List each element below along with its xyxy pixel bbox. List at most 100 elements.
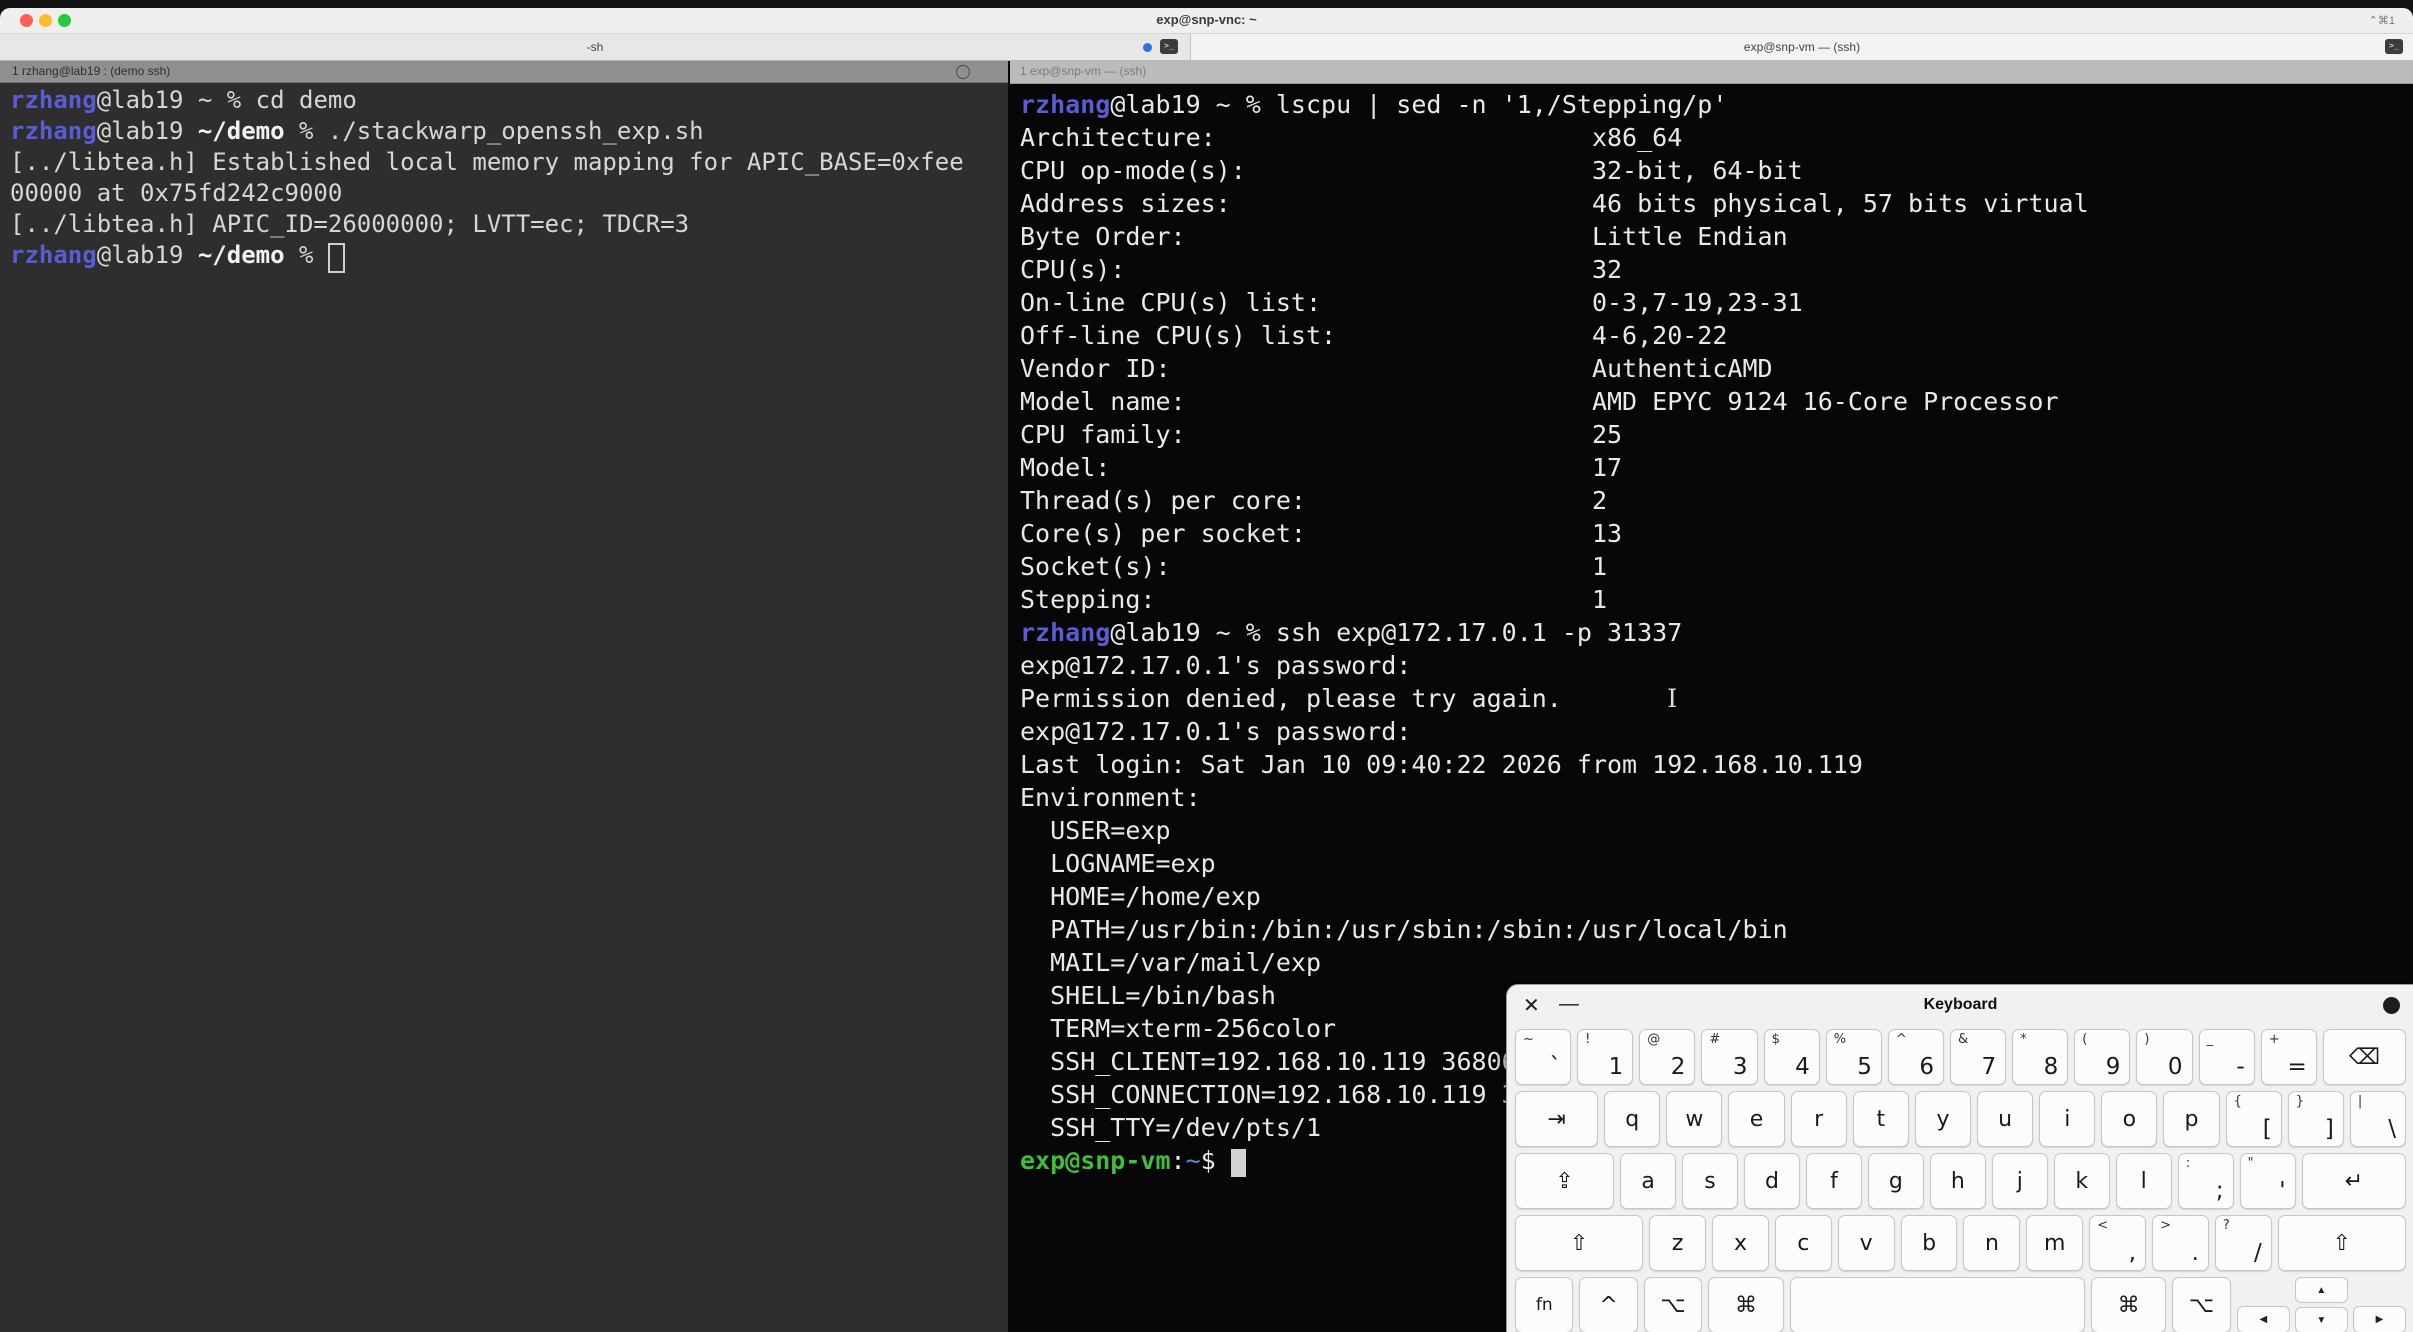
terminal-line: Vendor ID: AuthenticAMD (1020, 352, 2413, 385)
key-v[interactable]: v (1838, 1215, 1895, 1271)
key-main-char: \ (2388, 1116, 2396, 1142)
key-,[interactable]: <, (2089, 1215, 2146, 1271)
key-g[interactable]: g (1868, 1153, 1924, 1209)
key-a[interactable]: a (1620, 1153, 1676, 1209)
key-shift-right[interactable]: ⇧ (2278, 1215, 2406, 1271)
left-terminal-title: 1 rzhang@lab19 : (demo ssh) (0, 61, 1008, 81)
key-3[interactable]: #3 (1701, 1029, 1757, 1085)
key-d[interactable]: d (1744, 1153, 1800, 1209)
key-][interactable]: }] (2288, 1091, 2344, 1147)
key-arrow-left[interactable]: ◀ (2237, 1306, 2290, 1332)
key-main-char: z (1650, 1216, 1705, 1270)
key-t[interactable]: t (1853, 1091, 1909, 1147)
left-terminal-window[interactable]: 1 rzhang@lab19 : (demo ssh) rzhang@lab19… (0, 61, 1008, 1332)
key-i[interactable]: i (2039, 1091, 2095, 1147)
key-arrow-up[interactable]: ▲ (2295, 1277, 2348, 1303)
key-main-char: a (1621, 1154, 1675, 1208)
key-main-char: ⌘ (2092, 1278, 2165, 1332)
key-option-right[interactable]: ⌥ (2172, 1277, 2230, 1332)
key-return[interactable]: ↵ (2302, 1153, 2407, 1209)
key-control[interactable]: ^ (1579, 1277, 1637, 1332)
key-shift-char: $ (1772, 1032, 1780, 1047)
key-b[interactable]: b (1901, 1215, 1958, 1271)
key-e[interactable]: e (1728, 1091, 1784, 1147)
key-r[interactable]: r (1791, 1091, 1847, 1147)
key-main-char: 2 (1671, 1054, 1686, 1080)
key-w[interactable]: w (1666, 1091, 1722, 1147)
key-command-right[interactable]: ⌘ (2091, 1277, 2166, 1332)
keyboard-title: Keyboard (1507, 996, 2413, 1014)
key-main-char: ] (2325, 1116, 2334, 1142)
key-0[interactable]: )0 (2136, 1029, 2192, 1085)
key-q[interactable]: q (1604, 1091, 1660, 1147)
key-command-left[interactable]: ⌘ (1708, 1277, 1783, 1332)
tab-exp-snp-vm-ssh[interactable]: exp@snp-vm — (ssh) >_ (1191, 34, 2413, 60)
key-5[interactable]: %5 (1826, 1029, 1882, 1085)
key-4[interactable]: $4 (1764, 1029, 1820, 1085)
key-n[interactable]: n (1963, 1215, 2020, 1271)
key-1[interactable]: !1 (1577, 1029, 1633, 1085)
key-arrow-down[interactable]: ▼ (2295, 1307, 2348, 1332)
key-p[interactable]: p (2163, 1091, 2219, 1147)
key-main-char: = (2288, 1054, 2307, 1080)
key-caps-lock[interactable]: ⇪ (1515, 1153, 1614, 1209)
key-fn[interactable]: fn (1515, 1277, 1573, 1332)
key-main-char: o (2102, 1092, 2156, 1146)
key-'[interactable]: "' (2240, 1153, 2296, 1209)
key-main-char: n (1964, 1216, 2019, 1270)
key-s[interactable]: s (1682, 1153, 1738, 1209)
session-badge-icon (956, 65, 970, 79)
left-terminal-content[interactable]: rzhang@lab19 ~ % cd demorzhang@lab19 ~/d… (10, 85, 1008, 273)
terminal-line: Thread(s) per core: 2 (1020, 484, 2413, 517)
terminal-line: [../libtea.h] Established local memory m… (10, 147, 1008, 178)
key-main-char: m (2027, 1216, 2082, 1270)
key-6[interactable]: ^6 (1888, 1029, 1944, 1085)
terminal-line: rzhang@lab19 ~ % ssh exp@172.17.0.1 -p 3… (1020, 616, 2413, 649)
key-c[interactable]: c (1775, 1215, 1832, 1271)
key-2[interactable]: @2 (1639, 1029, 1695, 1085)
key-l[interactable]: l (2116, 1153, 2172, 1209)
terminal-line: Architecture: x86_64 (1020, 121, 2413, 154)
key-main-char: ⌫ (2324, 1030, 2405, 1084)
key-[[interactable]: {[ (2226, 1091, 2282, 1147)
key-=[interactable]: += (2261, 1029, 2317, 1085)
key-main-char: ` (1550, 1054, 1562, 1080)
key-j[interactable]: j (1992, 1153, 2048, 1209)
key-option-left[interactable]: ⌥ (1644, 1277, 1702, 1332)
key-`[interactable]: ~` (1515, 1029, 1571, 1085)
key-f[interactable]: f (1806, 1153, 1862, 1209)
key-shift-char: @ (1647, 1032, 1660, 1047)
key-h[interactable]: h (1930, 1153, 1986, 1209)
key-\[interactable]: |\ (2350, 1091, 2406, 1147)
key-shift-char: | (2358, 1094, 2362, 1109)
key-z[interactable]: z (1649, 1215, 1706, 1271)
key-m[interactable]: m (2026, 1215, 2083, 1271)
key-8[interactable]: *8 (2012, 1029, 2068, 1085)
key-k[interactable]: k (2054, 1153, 2110, 1209)
key-main-char: b (1902, 1216, 1957, 1270)
key-main-char: f (1807, 1154, 1861, 1208)
terminal-line: rzhang@lab19 ~ % cd demo (10, 85, 1008, 116)
key--[interactable]: _- (2199, 1029, 2255, 1085)
key-backspace[interactable]: ⌫ (2323, 1029, 2406, 1085)
key-/[interactable]: ?/ (2215, 1215, 2272, 1271)
key-shift-left[interactable]: ⇧ (1515, 1215, 1643, 1271)
key-7[interactable]: &7 (1950, 1029, 2006, 1085)
key-o[interactable]: o (2101, 1091, 2157, 1147)
tab-sh[interactable]: -sh >_ (0, 34, 1191, 60)
key-u[interactable]: u (1977, 1091, 2033, 1147)
keyboard-menu-icon[interactable] (2383, 997, 2400, 1014)
key-main-char: ⌥ (2173, 1278, 2229, 1332)
terminal-line: Core(s) per socket: 13 (1020, 517, 2413, 550)
key-.[interactable]: >. (2152, 1215, 2209, 1271)
vnc-window: exp@snp-vnc: ~ ⌃⌘1 -sh >_ exp@snp-vm — (… (0, 8, 2413, 1332)
key-x[interactable]: x (1712, 1215, 1769, 1271)
key-arrow-right[interactable]: ▶ (2353, 1306, 2406, 1332)
terminal-icon: >_ (2385, 39, 2403, 54)
key-9[interactable]: (9 (2074, 1029, 2130, 1085)
key-y[interactable]: y (1915, 1091, 1971, 1147)
key-;[interactable]: :; (2178, 1153, 2234, 1209)
key-tab[interactable]: ⇥ (1515, 1091, 1598, 1147)
key-space[interactable] (1790, 1277, 2085, 1332)
key-main-char: 4 (1795, 1054, 1810, 1080)
